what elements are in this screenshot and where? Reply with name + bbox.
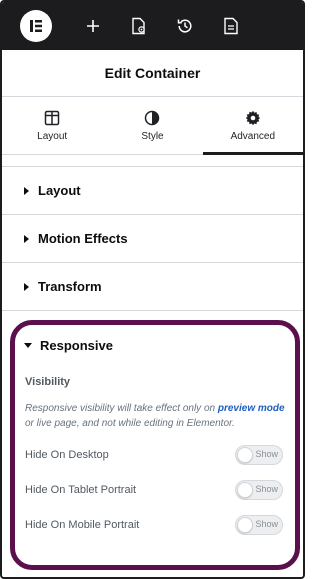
section-title: Transform [38,279,102,294]
caret-right-icon [24,234,29,243]
help-prefix: Responsive visibility will take effect o… [25,403,218,414]
section-title: Layout [38,183,81,198]
section-responsive: Responsive Visibility Responsive visibil… [10,320,300,570]
hide-on-mobile-switch[interactable]: Show [235,514,283,535]
section-spacer [2,155,303,167]
help-text: Responsive visibility will take effect o… [25,401,285,431]
switch-knob [237,516,253,533]
switch-state: Show [255,448,278,459]
visibility-heading: Visibility [25,376,71,388]
columns-icon [44,110,60,125]
panel-title: Edit Container [104,65,201,81]
toggle-label: Hide On Desktop [25,448,109,461]
history-button[interactable] [162,2,208,50]
tab-label: Advanced [230,130,276,142]
structure-button[interactable] [208,2,254,50]
responsive-header[interactable]: Responsive [15,326,295,364]
section-title: Responsive [40,337,113,353]
switch-state: Show [255,518,278,529]
page-settings-button[interactable] [116,2,162,50]
add-element-button[interactable] [70,2,116,50]
tab-advanced[interactable]: Advanced [202,97,303,155]
toggle-row-tablet: Hide On Tablet Portrait Show [25,472,285,507]
preview-mode-link[interactable]: preview mode [218,403,285,414]
switch-knob [237,481,253,498]
tab-style[interactable]: Style [102,97,202,154]
plus-icon [87,20,99,32]
editor-panel: Edit Container Layout Style Advanced Lay… [0,0,305,579]
caret-right-icon [24,282,29,291]
panel-header: Edit Container [2,50,303,97]
document-icon [224,17,238,35]
hide-on-tablet-switch[interactable]: Show [235,479,283,500]
responsive-body: Visibility Responsive visibility will ta… [15,376,295,542]
tab-label: Style [141,130,164,142]
toggle-label: Hide On Mobile Portrait [25,518,140,531]
gear-icon [245,110,261,125]
tab-layout[interactable]: Layout [2,97,102,154]
page-settings-icon [132,17,145,35]
switch-state: Show [255,483,278,494]
tab-label: Layout [37,130,68,142]
toggle-label: Hide On Tablet Portrait [25,483,137,496]
section-transform[interactable]: Transform [2,263,303,311]
switch-knob [237,446,253,463]
section-layout[interactable]: Layout [2,167,303,215]
top-toolbar [2,2,303,50]
caret-down-icon [24,342,32,348]
contrast-icon [145,110,160,125]
tab-bar: Layout Style Advanced [2,97,303,155]
help-suffix: or live page, and not while editing in E… [25,418,235,429]
toggle-row-mobile: Hide On Mobile Portrait Show [25,507,285,542]
section-motion-effects[interactable]: Motion Effects [2,215,303,263]
elementor-logo[interactable] [20,10,52,42]
toggle-row-desktop: Hide On Desktop Show [25,437,285,472]
caret-right-icon [24,186,29,195]
section-title: Motion Effects [38,231,128,246]
history-icon [177,19,192,33]
hide-on-desktop-switch[interactable]: Show [235,444,283,465]
